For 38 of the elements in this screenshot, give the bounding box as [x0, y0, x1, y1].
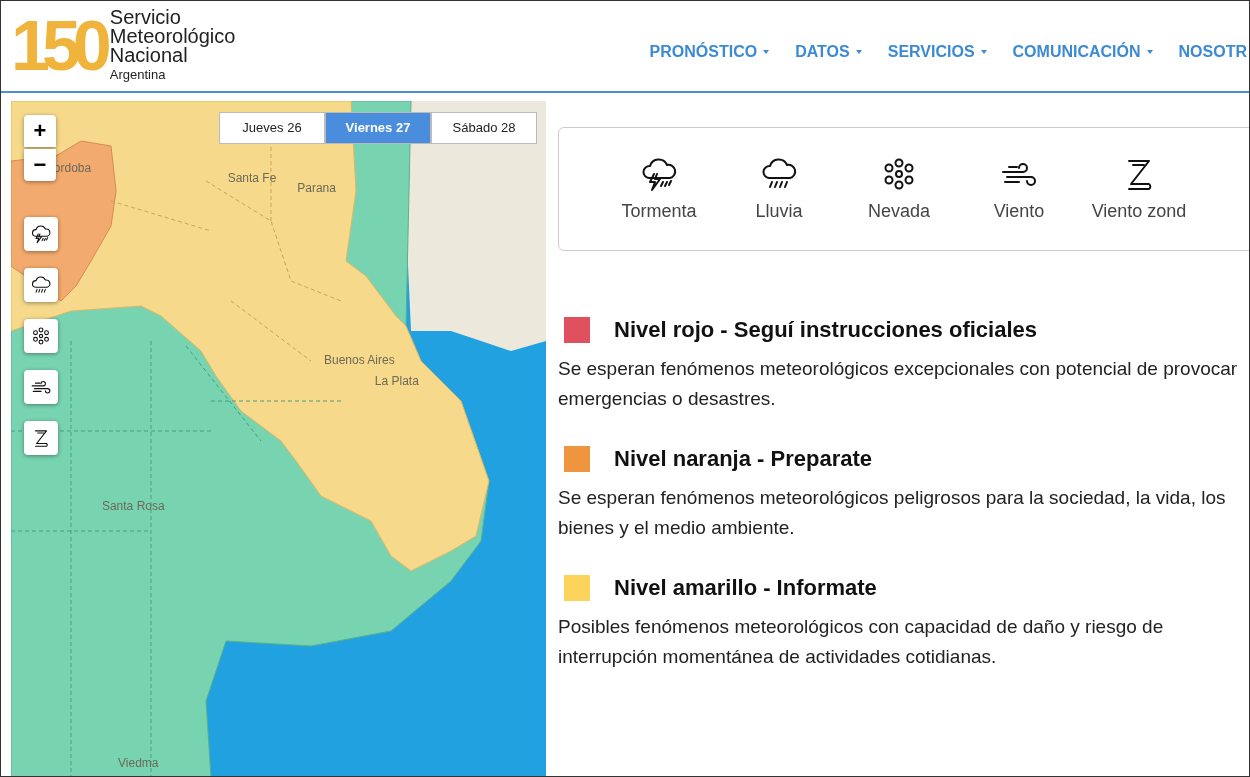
- nav-link[interactable]: SERVICIOS: [887, 40, 987, 64]
- level-title: Nivel rojo - Seguí instrucciones oficiales: [614, 316, 1037, 344]
- phenomenon-label[interactable]: Tormenta: [621, 197, 697, 225]
- city-label: Buenos Aires: [323, 352, 395, 370]
- level-title: Nivel naranja - Preparate: [614, 445, 872, 473]
- layer-button[interactable]: [24, 268, 58, 302]
- city-label: Santa Fe: [227, 169, 277, 187]
- zoom-button[interactable]: −: [24, 149, 56, 181]
- nav-link[interactable]: PRONÓSTICO: [649, 40, 770, 64]
- rain-cloud-icon: [30, 274, 52, 296]
- storm-cloud-icon: [30, 223, 52, 245]
- logo-number: 150: [11, 11, 104, 81]
- phenomenon-label[interactable]: Viento zond: [1091, 197, 1187, 225]
- level-description: Se esperan fenómenos meteorológicos excepcionales con potencial de provocar emergencias o desastres.: [558, 357, 1239, 411]
- city-label: Santa Rosa: [101, 498, 165, 516]
- organization-name: Servicio Meteorológico Nacional: [109, 7, 236, 65]
- layer-button[interactable]: [24, 217, 58, 251]
- zoom-button[interactable]: +: [24, 115, 56, 147]
- nav-link[interactable]: DATOS: [795, 40, 862, 64]
- city-label: Parana: [297, 179, 336, 197]
- level-title: Nivel amarillo - Informate: [614, 574, 877, 602]
- nav-link[interactable]: COMUNICACIÓN: [1012, 40, 1153, 64]
- city-label: ordoba: [53, 159, 92, 177]
- day-tab[interactable]: Sábado 28: [431, 112, 537, 144]
- phenomenon-label[interactable]: Viento: [993, 197, 1045, 225]
- country-label: Argentina: [109, 65, 167, 84]
- phenomenon-label[interactable]: Lluvia: [755, 197, 803, 225]
- level-description: Posibles fenómenos meteorológicos con capacidad de daño y riesgo de interrupción momentánea de actividades cotidianas.: [558, 615, 1165, 669]
- map-panel[interactable]: ordoba Santa Fe Parana Buenos Aires La Plata Santa Rosa Viedma + − Jueves 26 Viernes 27 Sábado 28: [11, 101, 546, 776]
- layer-button[interactable]: [24, 370, 58, 404]
- phenomenon-label[interactable]: Nevada: [867, 197, 930, 225]
- nav-link[interactable]: NOSOTR: [1178, 40, 1247, 64]
- day-tab[interactable]: Jueves 26: [219, 112, 325, 144]
- level-description: Se esperan fenómenos meteorológicos peligrosos para la sociedad, la vida, los bienes y el medio ambiente.: [558, 486, 1227, 540]
- layer-button[interactable]: [24, 421, 58, 455]
- layer-button[interactable]: [24, 319, 58, 353]
- city-label: Viedma: [118, 755, 159, 773]
- city-label: La Plata: [374, 372, 419, 390]
